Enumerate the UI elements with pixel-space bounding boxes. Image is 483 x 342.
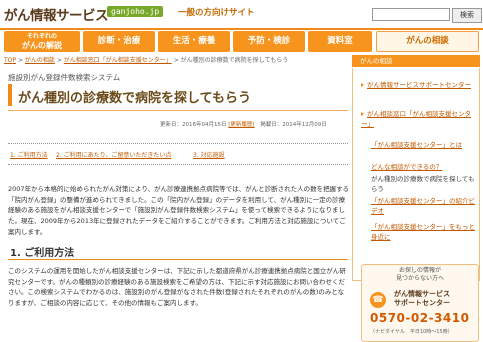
phone-icon: ☎ xyxy=(370,292,386,308)
sidebar-item-support-center[interactable]: がん情報サービスサポートセンター xyxy=(361,80,477,90)
tab-diagnosis-treatment[interactable]: 診断・治療 xyxy=(83,31,155,52)
support-center-banner[interactable]: お探しの情報が 見つからない方へ ☎ がん情報サービス サポートセンター 057… xyxy=(361,264,479,342)
support-line2: サポートセンター xyxy=(394,299,450,307)
site-tagline: 一般の方向けサイト xyxy=(178,8,255,18)
phone-number: 0570-02-3410 xyxy=(370,311,470,325)
help-text: お探しの情報が 見つからない方へ xyxy=(362,267,478,283)
breadcrumb-support-center[interactable]: がん相談窓口「がん相談支援センター」 xyxy=(64,57,172,64)
search-input[interactable] xyxy=(372,8,450,21)
updated-date: 更新日：2016年04月15日 xyxy=(160,122,227,128)
toc-link-facilities[interactable]: 3. 対応施設 xyxy=(193,150,225,159)
breadcrumb-top[interactable]: TOP xyxy=(4,57,16,64)
sidebar-list: がん情報サービスサポートセンター がん相談窓口「がん相談支援センター」 「がん相… xyxy=(352,68,480,281)
title-divider xyxy=(8,110,348,111)
tab-cancer-explanation[interactable]: それぞれの がんの解説 xyxy=(4,31,80,52)
sidebar-item-consult-window[interactable]: がん相談窓口「がん相談支援センター」 xyxy=(361,109,477,129)
sidebar-item-what-can-consult[interactable]: どんな相談ができるの？ xyxy=(371,162,475,172)
sidebar-item-closer[interactable]: 「がん相談支援センター」をもっと身近に xyxy=(371,222,475,242)
tab-consultation[interactable]: がんの相談 xyxy=(376,31,479,52)
breadcrumb-sep: > xyxy=(17,57,23,64)
section1-paragraph: このシステムの運用を開始したがん相談支援センターは、下記に示した都道府県がん診療… xyxy=(8,267,346,308)
sidebar-item-what-is[interactable]: 「がん相談支援センター」とは xyxy=(371,140,475,150)
breadcrumb-sep: > xyxy=(56,57,62,64)
sidebar-heading: がんの相談 xyxy=(352,55,480,67)
arrow-icon xyxy=(361,112,364,116)
support-hours: （ナビダイヤル 平日10時～15時） xyxy=(370,329,453,335)
intro-paragraph: 2007年から本格的に始められたがん対策により、がん診療連携拠点病院等では、がん… xyxy=(8,185,350,236)
main-nav: それぞれの がんの解説 診断・治療 生活・療養 予防・検診 資料室 がんの相談 xyxy=(0,28,483,53)
breadcrumb-sep: > xyxy=(173,57,179,64)
help-line1: お探しの情報が xyxy=(398,267,441,274)
sidebar-item-video[interactable]: 「がん相談支援センター」の紹介ビデオ xyxy=(371,196,475,216)
page-subtitle: 施設別がん登録件数検索システム xyxy=(8,73,121,82)
site-logo[interactable]: がん情報サービス xyxy=(4,4,109,24)
breadcrumb-consultation[interactable]: がんの相談 xyxy=(25,57,55,64)
date-info: 更新日：2016年04月15日 [更新履歴] 掲載日：2014年12月09日 xyxy=(160,120,327,128)
domain-badge: ganjoho.jp xyxy=(107,6,164,17)
tab-library[interactable]: 資料室 xyxy=(308,31,372,52)
support-title: がん情報サービス サポートセンター xyxy=(394,290,450,308)
tab-label-line1: それぞれの xyxy=(26,33,57,40)
update-history-link[interactable]: [更新履歴] xyxy=(228,122,254,128)
arrow-icon xyxy=(361,83,364,87)
toc-link-usage[interactable]: 1. ご利用方法 xyxy=(10,150,48,159)
search-button[interactable]: 検索 xyxy=(452,8,482,23)
tab-prevention[interactable]: 予防・検診 xyxy=(233,31,305,52)
support-line1: がん情報サービス xyxy=(394,290,450,298)
breadcrumb: TOP > がんの相談 > がん相談窓口「がん相談支援センター」 > がん種別の… xyxy=(4,55,288,64)
section1-title: 1. ご利用方法 xyxy=(10,248,75,259)
tab-life-care[interactable]: 生活・療養 xyxy=(158,31,230,52)
sidebar-item-label: がん相談窓口「がん相談支援センター」 xyxy=(361,110,471,128)
sidebar-item-current[interactable]: がん種別の診療数で病院を探してもらう xyxy=(371,174,475,194)
help-line2: 見つからない方へ xyxy=(395,275,444,282)
breadcrumb-current: がん種別の診療数で病院を探してもらう xyxy=(180,57,289,64)
toc-link-notes[interactable]: 2. ご利用にあたり、ご留意いただきたい点 xyxy=(56,150,171,159)
sidebar-item-label: がん情報サービスサポートセンター xyxy=(367,81,471,89)
sidebar-heading-label: がんの相談 xyxy=(360,57,393,65)
page-title: がん種別の診療数で病院を探してもらう xyxy=(18,91,251,106)
page-title-box: がん種別の診療数で病院を探してもらう xyxy=(8,84,348,106)
section-heading: 1. ご利用方法 xyxy=(8,243,348,260)
table-of-contents: 1. ご利用方法 2. ご利用にあたり、ご留意いただきたい点 3. 対応施設 xyxy=(8,143,348,165)
published-date: 掲載日：2014年12月09日 xyxy=(260,122,327,128)
tab-label-line2: がんの解説 xyxy=(22,41,62,50)
